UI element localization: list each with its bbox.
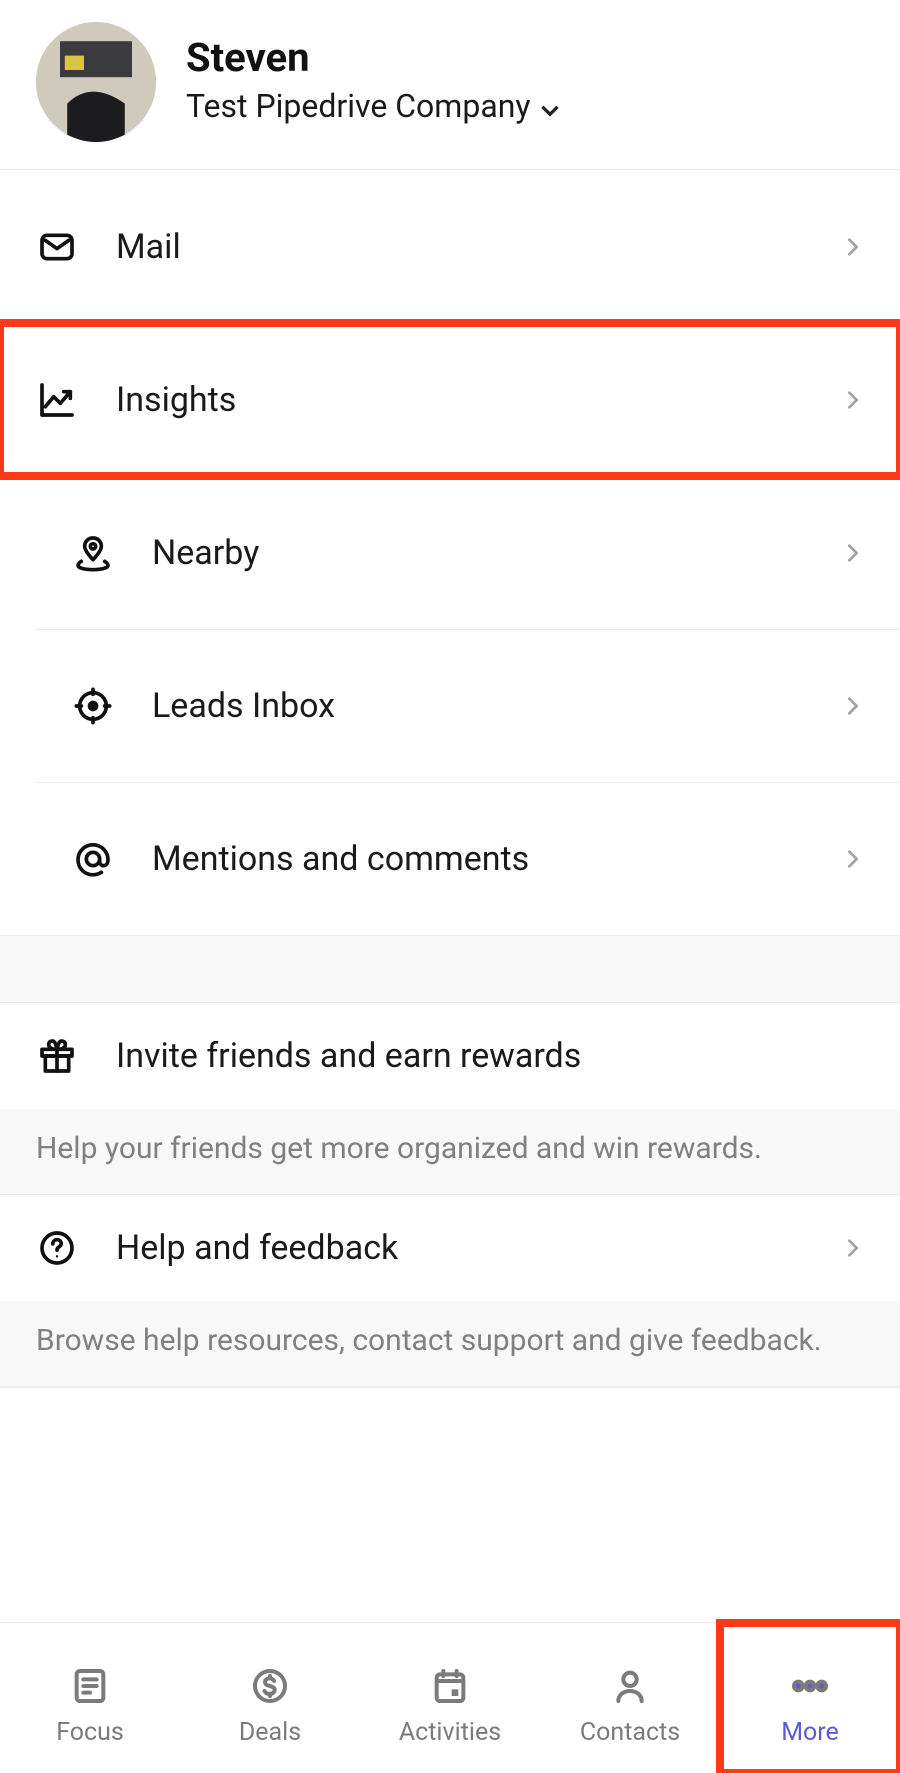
chevron-right-icon [842,691,864,721]
menu-item-label: Mail [116,227,804,267]
tab-contacts[interactable]: Contacts [540,1623,720,1773]
invite-subtext: Help your friends get more organized and… [0,1109,900,1195]
help-icon [36,1227,78,1269]
menu-item-label: Help and feedback [116,1228,804,1268]
company-name: Test Pipedrive Company [186,87,531,125]
menu-item-label: Nearby [152,533,804,573]
help-subtext: Browse help resources, contact support a… [0,1301,900,1387]
deals-icon [250,1664,290,1708]
menu-item-label: Insights [116,380,804,420]
menu-item-leads[interactable]: Leads Inbox [36,629,900,782]
gift-icon [36,1035,78,1077]
menu-item-invite[interactable]: Invite friends and earn rewards [0,1003,900,1109]
mentions-icon [72,838,114,880]
section-gap [0,935,900,1003]
contacts-icon [610,1664,650,1708]
tab-label: Contacts [580,1718,680,1747]
tab-label: More [781,1718,839,1747]
menu-item-insights[interactable]: Insights [0,323,900,476]
menu-item-help[interactable]: Help and feedback [0,1195,900,1301]
activities-icon [430,1664,470,1708]
menu-item-label: Mentions and comments [152,839,804,879]
chevron-right-icon [842,1233,864,1263]
tab-label: Activities [399,1718,501,1747]
chevron-right-icon [842,538,864,568]
avatar[interactable] [36,22,156,142]
header: Steven Test Pipedrive Company [0,0,900,170]
chevron-down-icon [537,97,563,123]
chevron-right-icon [842,385,864,415]
tab-label: Deals [239,1718,301,1747]
menu-primary: Mail Insights Nearby [0,170,900,935]
menu-item-label: Leads Inbox [152,686,804,726]
tab-more[interactable]: More [720,1623,900,1773]
tab-focus[interactable]: Focus [0,1623,180,1773]
mail-icon [36,226,78,268]
company-selector[interactable]: Test Pipedrive Company [186,87,563,125]
insights-icon [36,379,78,421]
user-info: Steven Test Pipedrive Company [186,33,563,125]
chevron-right-icon [842,232,864,262]
avatar-image [36,22,156,142]
tab-activities[interactable]: Activities [360,1623,540,1773]
menu-item-nearby[interactable]: Nearby [36,476,900,629]
chevron-right-icon [842,844,864,874]
bottom-nav: Focus Deals Activities Contacts More [0,1622,900,1773]
menu-item-label: Invite friends and earn rewards [116,1036,864,1076]
user-name: Steven [186,33,563,83]
leads-icon [72,685,114,727]
more-icon [790,1664,830,1708]
tab-deals[interactable]: Deals [180,1623,360,1773]
menu-item-mentions[interactable]: Mentions and comments [36,782,900,935]
nearby-icon [72,532,114,574]
tab-label: Focus [56,1718,124,1747]
menu-item-mail[interactable]: Mail [0,170,900,323]
focus-icon [70,1664,110,1708]
